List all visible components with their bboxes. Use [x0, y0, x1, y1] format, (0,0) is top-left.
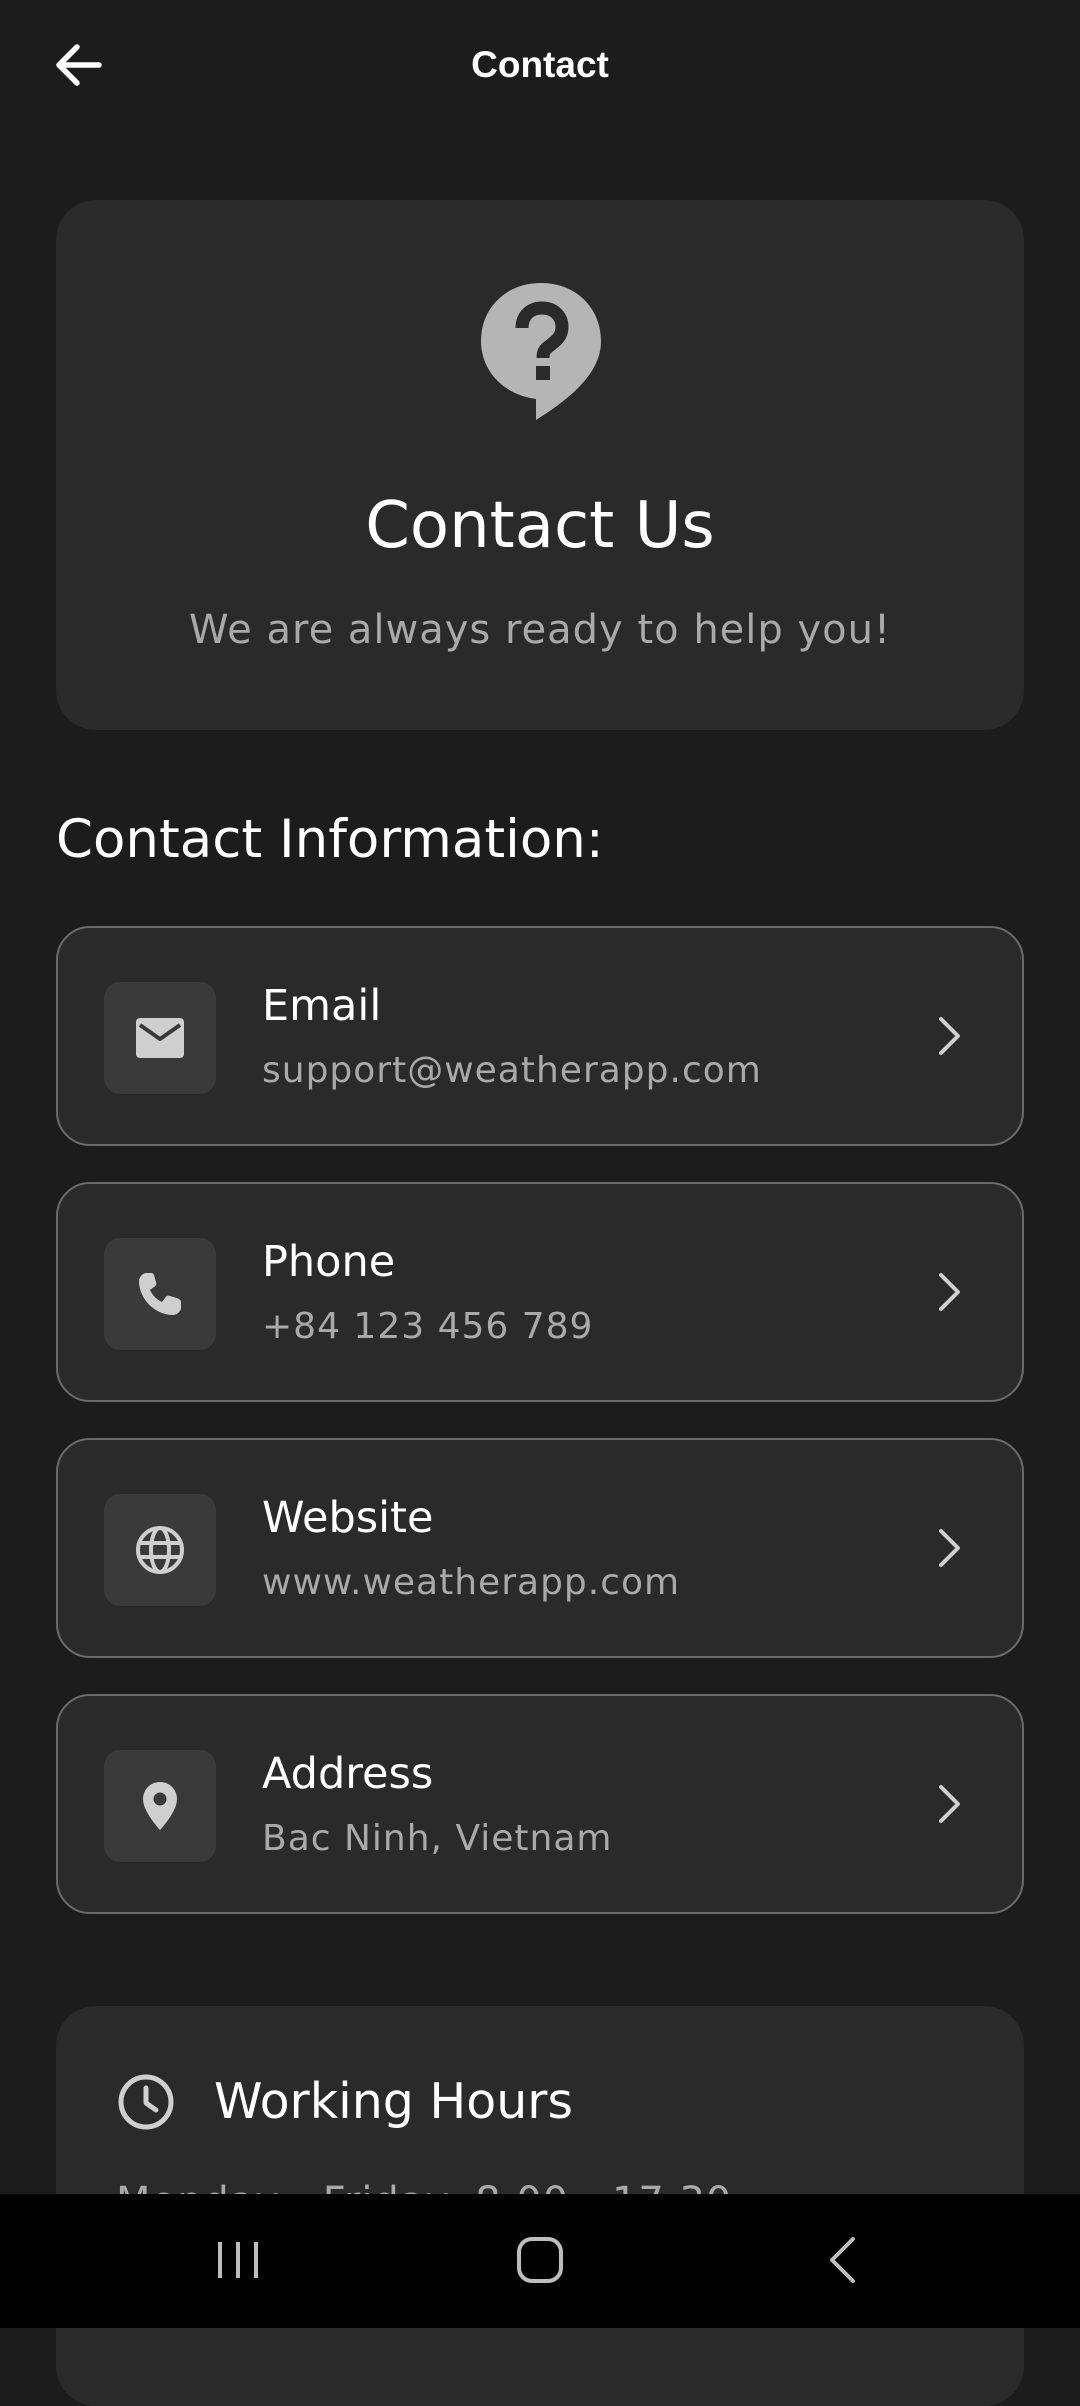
hero-subtitle: We are always ready to help you!: [188, 607, 892, 653]
contact-item-address[interactable]: Address Bac Ninh, Vietnam: [56, 1694, 1024, 1914]
location-pin-icon: [143, 1782, 177, 1830]
item-value: Bac Ninh, Vietnam: [262, 1818, 613, 1859]
item-label: Website: [262, 1493, 434, 1543]
item-value: www.weatherapp.com: [262, 1562, 681, 1603]
page-title: Contact: [471, 44, 609, 85]
chevron-right-icon: [930, 1774, 970, 1834]
recents-button[interactable]: [178, 2224, 298, 2296]
item-icon-box: [104, 1494, 216, 1606]
recents-icon: [218, 2242, 258, 2278]
contact-item-phone[interactable]: Phone +84 123 456 789: [56, 1182, 1024, 1402]
section-title: Contact Information:: [56, 809, 604, 870]
globe-icon: [136, 1526, 184, 1574]
home-button[interactable]: [480, 2224, 600, 2296]
phone-icon: [139, 1273, 181, 1315]
item-label: Email: [262, 981, 382, 1031]
item-icon-box: [104, 1750, 216, 1862]
working-hours-title: Working Hours: [214, 2073, 573, 2130]
item-icon-box: [104, 1238, 216, 1350]
contact-item-website[interactable]: Website www.weatherapp.com: [56, 1438, 1024, 1658]
contact-hero-card: Contact Us We are always ready to help y…: [56, 200, 1024, 730]
clock-icon: [118, 2074, 174, 2130]
nav-back-icon: [830, 2237, 855, 2283]
hero-title: Contact Us: [365, 489, 715, 563]
nav-back-button[interactable]: [782, 2224, 902, 2296]
item-value: +84 123 456 789: [262, 1306, 594, 1347]
home-icon: [517, 2237, 563, 2283]
item-value: support@weatherapp.com: [262, 1050, 762, 1091]
item-label: Address: [262, 1749, 434, 1799]
app-bar: Contact: [0, 0, 1080, 132]
contact-item-email[interactable]: Email support@weatherapp.com: [56, 926, 1024, 1146]
item-icon-box: [104, 982, 216, 1094]
help-bubble-icon: [481, 283, 601, 420]
item-label: Phone: [262, 1237, 396, 1287]
chevron-right-icon: [930, 1262, 970, 1322]
chevron-right-icon: [930, 1518, 970, 1578]
system-nav-bar: [0, 2194, 1080, 2328]
mail-icon: [136, 1018, 184, 1058]
chevron-right-icon: [930, 1006, 970, 1066]
